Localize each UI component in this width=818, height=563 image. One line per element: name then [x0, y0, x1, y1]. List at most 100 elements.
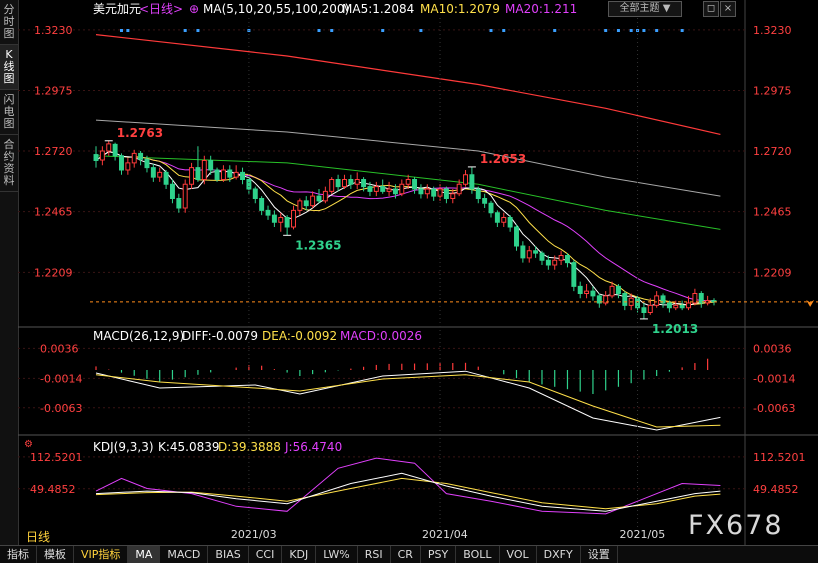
price-tick-left-2: 1.2720 [34, 145, 73, 158]
candle-body-30 [284, 217, 290, 228]
kdj-k-label: K:45.0839 [158, 440, 220, 454]
kdj-j-line [95, 457, 721, 515]
signal-dot-2 [183, 29, 187, 32]
restore-button[interactable]: ◻ [703, 1, 719, 17]
candle-body-91 [673, 304, 679, 309]
ma-legend-icon: ⊕ [189, 2, 199, 16]
candle-body-61 [482, 198, 488, 204]
candle-body-62 [488, 202, 494, 214]
candle-body-88 [654, 295, 660, 306]
candle-body-40 [348, 179, 354, 185]
macd-dea-line [95, 374, 721, 428]
symbol-name: 美元加元 [93, 2, 141, 16]
period-label[interactable]: 日线 [26, 528, 50, 545]
annotation-label-2: 1.2653 [480, 152, 526, 166]
candle-body-18 [208, 160, 214, 171]
macd-tick-left-0: 0.0036 [40, 342, 79, 355]
indicator-tab-bar: 指标 模板 VIP指标 MA MACD BIAS CCI KDJ LW% RSI CR PSY BOLL… [0, 545, 818, 563]
indicator-tab-0[interactable]: 指标 [0, 546, 37, 563]
price-tick-left-3: 1.2465 [34, 206, 73, 219]
ma20-legend: MA20:1.211 [505, 2, 577, 16]
candle-body-3 [112, 143, 118, 157]
candle-body-9 [150, 167, 156, 178]
indicator-tab-9[interactable]: RSI [358, 546, 391, 563]
candle-body-93 [686, 302, 691, 309]
candle-body-55 [443, 188, 449, 199]
candle-body-23 [240, 171, 246, 180]
theme-dropdown[interactable]: 全部主题 ▼ [608, 1, 682, 17]
candle-body-67 [520, 245, 526, 259]
signal-dot-12 [604, 29, 608, 32]
candle-body-86 [641, 307, 647, 313]
candle-body-65 [507, 217, 513, 228]
indicator-tab-7[interactable]: KDJ [282, 546, 317, 563]
indicator-tab-10[interactable]: CR [391, 546, 421, 563]
candle-body-17 [201, 160, 207, 180]
candle-body-57 [456, 183, 462, 195]
indicator-tab-8[interactable]: LW% [316, 546, 358, 563]
macd-dea-label: DEA:-0.0092 [262, 329, 337, 343]
date-label-0: 2021/03 [231, 528, 277, 541]
ma200-line [95, 34, 721, 135]
candle-body-49 [405, 179, 411, 185]
candle-body-32 [297, 200, 303, 211]
ma5-line [95, 151, 715, 307]
close-button[interactable]: × [720, 1, 736, 17]
candle-body-42 [361, 179, 367, 188]
macd-label: MACD(26,12,9) [93, 329, 184, 343]
candle-body-22 [233, 171, 239, 178]
ma-legend-label: MA(5,10,20,55,100,200) [203, 2, 349, 16]
indicator-tab-15[interactable]: 设置 [581, 546, 618, 563]
price-tick-right-1: 1.2975 [753, 84, 792, 97]
ma5-legend: MA5:1.2084 [342, 2, 414, 16]
signal-dot-1 [126, 29, 130, 32]
price-tick-right-4: 1.2209 [753, 266, 792, 279]
price-tick-left-4: 1.2209 [34, 266, 73, 279]
indicator-tab-13[interactable]: VOL [500, 546, 537, 563]
candle-body-48 [399, 183, 405, 195]
candle-body-78 [590, 290, 596, 297]
price-tick-right-0: 1.3230 [753, 24, 792, 37]
last-price-marker: ⮟ [806, 299, 815, 310]
indicator-tab-12[interactable]: BOLL [456, 546, 500, 563]
kdj-label: KDJ(9,3,3) [93, 440, 154, 454]
candle-body-27 [265, 209, 271, 216]
candle-body-13 [176, 198, 182, 209]
candle-body-14 [182, 183, 188, 209]
candle-body-59 [469, 174, 475, 190]
candle-body-34 [310, 195, 316, 207]
signal-dot-10 [502, 29, 506, 32]
candle-body-20 [220, 169, 226, 180]
indicator-tab-6[interactable]: CCI [249, 546, 283, 563]
kdj-tick-right-1: 49.4852 [753, 483, 799, 496]
candle-body-71 [545, 259, 551, 266]
candle-body-25 [252, 188, 258, 199]
watermark: FX678 [688, 510, 784, 541]
kdj-icon: ⚙ [24, 439, 33, 450]
date-label-1: 2021/04 [422, 528, 468, 541]
candle-body-39 [341, 179, 347, 188]
indicator-tab-3[interactable]: MA [128, 546, 161, 563]
candle-body-92 [679, 304, 685, 309]
candle-body-19 [214, 169, 220, 180]
price-tick-left-1: 1.2975 [34, 84, 73, 97]
indicator-tab-11[interactable]: PSY [421, 546, 457, 563]
indicator-tab-4[interactable]: MACD [160, 546, 209, 563]
candle-body-44 [373, 186, 379, 192]
indicator-tab-2[interactable]: VIP指标 [74, 546, 129, 563]
macd-diff-label: DIFF:-0.0079 [182, 329, 258, 343]
signal-dot-8 [419, 29, 423, 32]
annotation-label-0: 1.2763 [117, 126, 163, 140]
candle-body-56 [450, 193, 456, 199]
indicator-tab-14[interactable]: DXFY [537, 546, 581, 563]
candle-body-75 [571, 262, 577, 287]
candle-body-52 [424, 188, 430, 195]
candle-body-43 [367, 186, 373, 192]
signal-dot-13 [616, 29, 620, 32]
signal-dot-16 [642, 29, 646, 32]
candle-body-16 [195, 167, 201, 180]
indicator-tab-5[interactable]: BIAS [208, 546, 249, 563]
indicator-tab-1[interactable]: 模板 [37, 546, 74, 563]
kdj-tick-left-1: 49.4852 [30, 483, 76, 496]
candle-body-63 [494, 212, 500, 223]
